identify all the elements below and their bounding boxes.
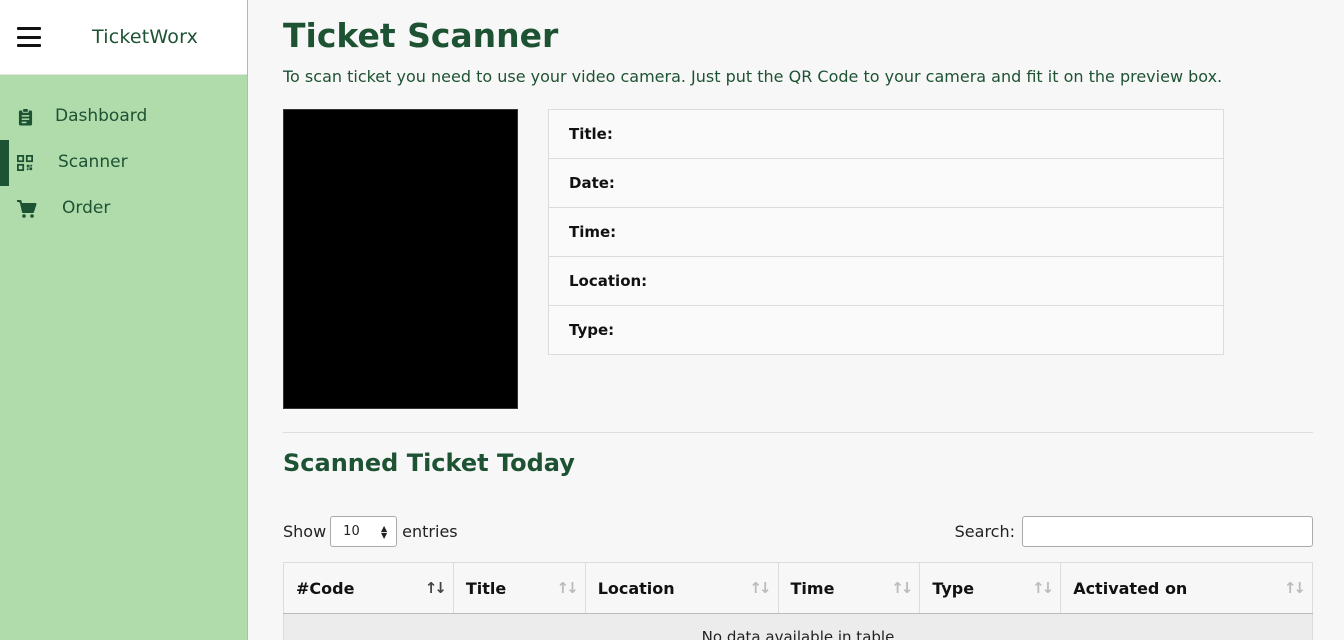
sort-icon: ↑↓ bbox=[1032, 579, 1054, 597]
entries-select[interactable]: 10 ▲ ▼ bbox=[330, 516, 398, 547]
sidebar-item-label: Scanner bbox=[58, 152, 128, 172]
sort-icon: ↑↓ bbox=[749, 579, 771, 597]
entries-length-control: Show 10 ▲ ▼ entries bbox=[283, 516, 458, 547]
search-label: Search: bbox=[954, 522, 1015, 541]
entries-label: entries bbox=[402, 522, 458, 541]
page-title: Ticket Scanner bbox=[283, 16, 559, 55]
table-search-control: Search: bbox=[955, 516, 1313, 547]
ticket-date-row: Date: bbox=[549, 159, 1223, 208]
main-content: Ticket Scanner To scan ticket you need t… bbox=[283, 0, 1313, 640]
table-row: No data available in table bbox=[283, 613, 1313, 640]
sidebar-item-scanner[interactable]: Scanner bbox=[0, 140, 247, 186]
column-header-title[interactable]: Title ↑↓ bbox=[453, 562, 586, 614]
ticket-time-row: Time: bbox=[549, 208, 1223, 257]
sidebar: TicketWorx Dashboard Scanner Order bbox=[0, 0, 248, 640]
sidebar-item-label: Order bbox=[62, 198, 111, 218]
brand-logo[interactable]: TicketWorx bbox=[92, 26, 198, 48]
menu-toggle-icon[interactable] bbox=[17, 27, 41, 47]
sort-icon: ↑↓ bbox=[556, 579, 579, 597]
ticket-type-row: Type: bbox=[569, 321, 615, 339]
ticket-location-row: Location: bbox=[549, 257, 1223, 306]
sidebar-nav: Dashboard Scanner Order bbox=[0, 94, 247, 232]
show-label: Show bbox=[283, 522, 327, 541]
chevron-up-down-icon: ▲ ▼ bbox=[381, 523, 388, 540]
scanned-section-title: Scanned Ticket Today bbox=[283, 449, 575, 477]
search-input[interactable] bbox=[1022, 516, 1313, 547]
column-header-time[interactable]: Time ↑↓ bbox=[778, 562, 921, 614]
column-header-activated-on[interactable]: Activated on ↑↓ bbox=[1060, 562, 1313, 614]
sort-icon: ↑↓ bbox=[891, 579, 913, 597]
ticket-title-row: Title: bbox=[549, 110, 1223, 159]
table-header-row: #Code ↑↓ Title ↑↓ Location ↑↓ Time ↑↓ Ty… bbox=[283, 562, 1313, 614]
camera-preview bbox=[283, 109, 518, 409]
entries-select-value: 10 bbox=[343, 524, 360, 539]
sort-icon: ↑↓ bbox=[424, 579, 447, 597]
sidebar-header: TicketWorx bbox=[0, 0, 247, 75]
empty-table-message: No data available in table bbox=[283, 613, 1313, 640]
ticket-info-table: Title: Date: Time: Location: Type: bbox=[548, 109, 1224, 355]
scanned-tickets-table: #Code ↑↓ Title ↑↓ Location ↑↓ Time ↑↓ Ty… bbox=[283, 562, 1313, 640]
qr-code-icon bbox=[17, 155, 33, 171]
sort-icon: ↑↓ bbox=[1283, 579, 1306, 597]
cart-icon bbox=[17, 200, 37, 218]
column-header-location[interactable]: Location ↑↓ bbox=[585, 562, 779, 614]
section-divider bbox=[283, 432, 1313, 433]
page-description: To scan ticket you need to use your vide… bbox=[283, 67, 1223, 86]
sidebar-item-order[interactable]: Order bbox=[0, 186, 247, 232]
clipboard-icon bbox=[18, 108, 33, 126]
column-header-type[interactable]: Type ↑↓ bbox=[919, 562, 1062, 614]
column-header-code[interactable]: #Code ↑↓ bbox=[283, 562, 454, 614]
sidebar-item-dashboard[interactable]: Dashboard bbox=[0, 94, 247, 140]
sidebar-item-label: Dashboard bbox=[55, 106, 148, 126]
